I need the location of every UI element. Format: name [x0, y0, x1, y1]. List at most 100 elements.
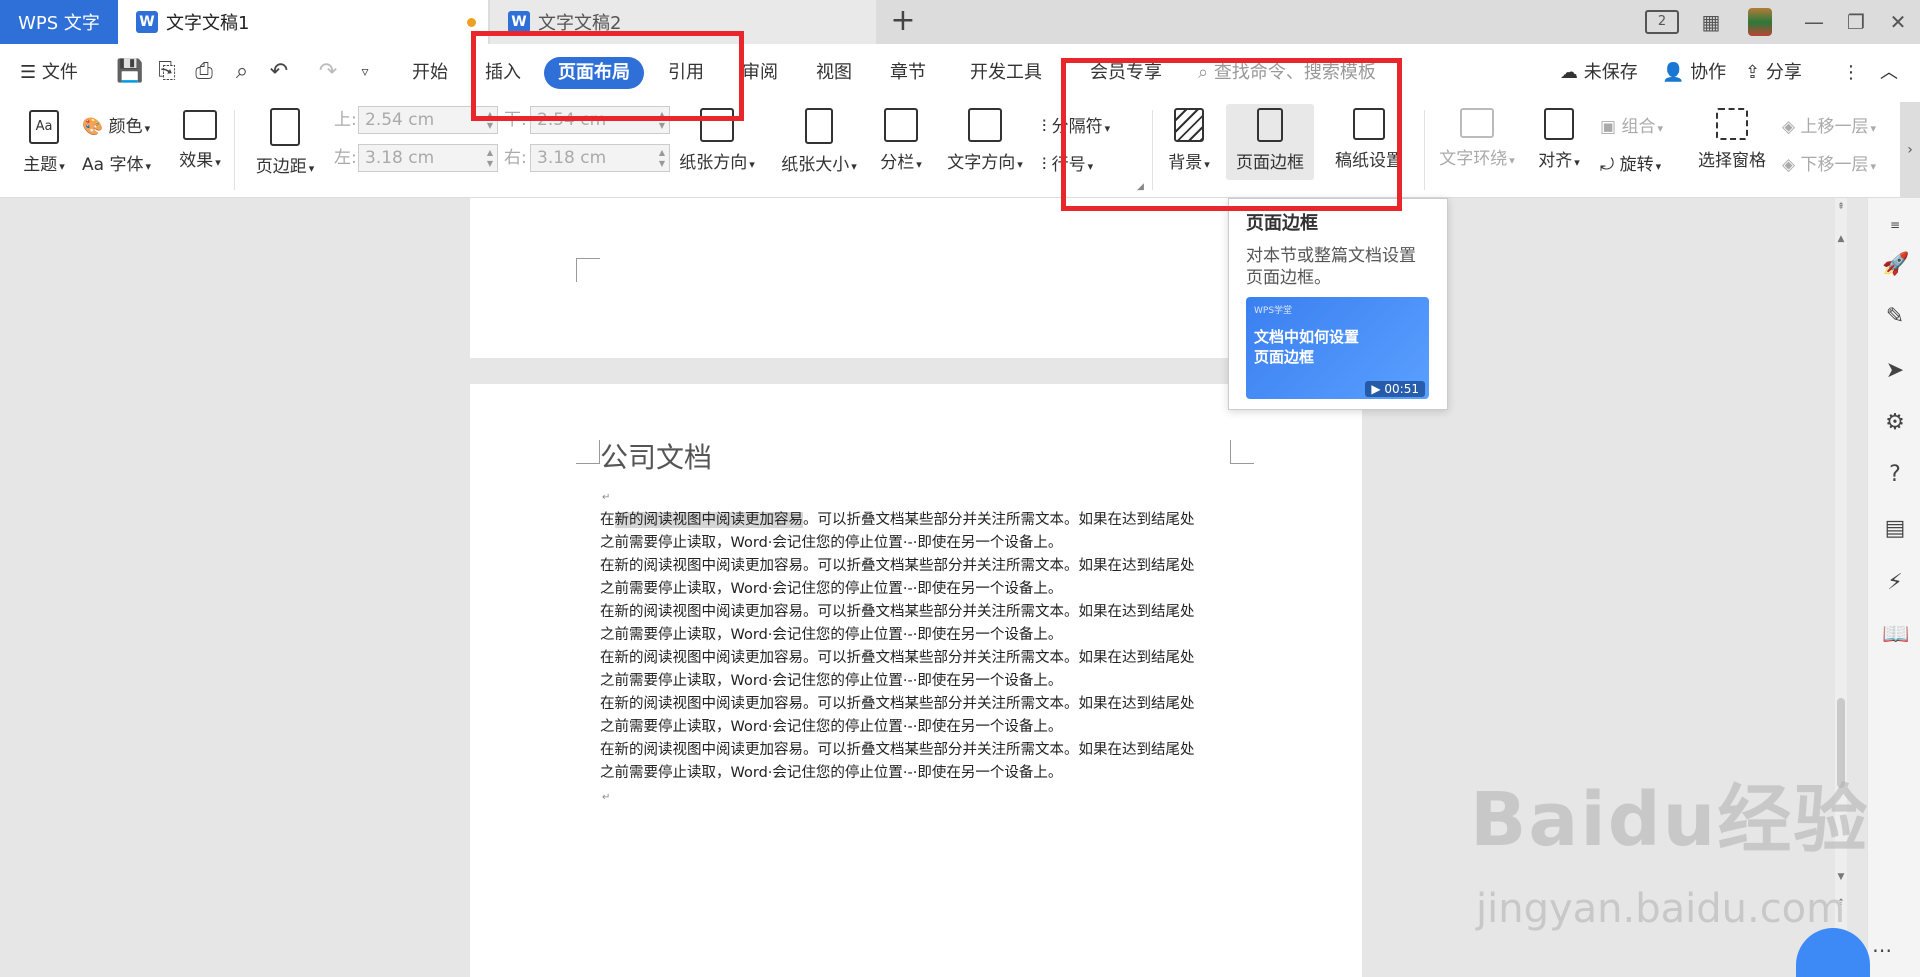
- paragraph-mark: ↵: [602, 492, 611, 503]
- more-icon[interactable]: ⋯: [1872, 938, 1892, 962]
- cursor-icon[interactable]: ➤: [1882, 358, 1908, 384]
- align-icon: [1544, 108, 1574, 140]
- top-margin-label: 上:: [334, 110, 357, 130]
- wrap-text-label: 文字环绕: [1434, 144, 1520, 169]
- more-options-icon[interactable]: ⋮: [1842, 57, 1860, 89]
- tab-developer[interactable]: 开发工具: [966, 57, 1046, 89]
- video-time: 00:51: [1384, 382, 1419, 396]
- theme-label: 主题: [18, 150, 70, 175]
- share-label: 分享: [1765, 62, 1802, 83]
- rocket-icon[interactable]: 🚀: [1882, 252, 1909, 278]
- share-button[interactable]: ⇪ 分享: [1745, 57, 1802, 89]
- orientation-label: 纸张方向: [674, 148, 760, 173]
- margins-button[interactable]: 页边距: [250, 108, 320, 177]
- right-margin-value: 3.18 cm: [537, 148, 607, 168]
- scroll-down-icon[interactable]: ▼: [1835, 872, 1847, 882]
- rotate-label: 旋转: [1620, 155, 1662, 175]
- undo-icon[interactable]: ↶: [266, 59, 292, 85]
- sidebar-menu-icon[interactable]: ≡: [1882, 212, 1908, 238]
- window-count-badge[interactable]: 2: [1645, 10, 1679, 34]
- bring-forward-icon: ◈: [1782, 117, 1796, 137]
- bring-forward-label: 上移一层: [1800, 117, 1876, 137]
- paper-size-button[interactable]: 纸张大小: [776, 108, 862, 175]
- effect-icon: [183, 110, 217, 140]
- redo-icon[interactable]: ↷: [315, 59, 341, 85]
- margins-label: 页边距: [250, 152, 320, 177]
- right-margin-label: 右:: [504, 148, 527, 168]
- group-button[interactable]: ▣ 组合: [1600, 112, 1663, 137]
- columns-icon: [884, 108, 918, 142]
- text-line: 在新的阅读视图中阅读更加容易。可以折叠文档某些部分并关注所需文本。如果在达到结尾…: [600, 509, 1240, 532]
- sliders-icon[interactable]: ⚙: [1882, 410, 1908, 436]
- text-line: 在新的阅读视图中阅读更加容易。可以折叠文档某些部分并关注所需文本。如果在达到结尾…: [600, 696, 1195, 712]
- divider: [1424, 110, 1425, 190]
- align-button[interactable]: 对齐: [1534, 108, 1584, 171]
- tab-document-1[interactable]: W 文字文稿1: [118, 0, 488, 44]
- customize-quick-access-icon[interactable]: ▿: [352, 59, 378, 85]
- share-icon: ⇪: [1745, 62, 1761, 83]
- menu-bar: ☰ 文件 💾 ⎘ ⎙ ⌕ ↶ ↷ ▿ 开始 插入 页面布局 引用 审阅 视图 章…: [0, 44, 1920, 102]
- collapse-ribbon-icon[interactable]: ︿: [1880, 57, 1898, 89]
- spinner-icon[interactable]: ▲ ▼: [487, 147, 493, 169]
- video-title: 文档中如何设置页面边框: [1254, 328, 1360, 366]
- scroll-up-icon[interactable]: ▲: [1835, 234, 1847, 244]
- new-tab-button[interactable]: +: [888, 6, 918, 38]
- minimize-icon[interactable]: —: [1800, 8, 1828, 36]
- right-sidebar: ≡ 🚀 ✎ ➤ ⚙ ? ▤ ⚡ 📖: [1867, 198, 1920, 977]
- save-icon[interactable]: 💾: [116, 59, 143, 85]
- bring-forward-button[interactable]: ◈ 上移一层: [1782, 112, 1876, 137]
- columns-button[interactable]: 分栏: [876, 108, 926, 173]
- close-icon[interactable]: ✕: [1884, 8, 1912, 36]
- text-line: 之前需要停止读取，Word·会记住您的停止位置·-·即使在另一个设备上。: [600, 719, 1063, 735]
- print-icon[interactable]: ⎙: [191, 59, 217, 85]
- file-menu[interactable]: ☰ 文件: [20, 57, 94, 89]
- tab-sections[interactable]: 章节: [886, 57, 930, 89]
- app-tab-wps[interactable]: WPS 文字: [0, 0, 118, 44]
- export-pdf-icon[interactable]: ⎘: [154, 59, 180, 85]
- tab-label: 文字文稿1: [166, 13, 250, 34]
- image-edit-icon[interactable]: ▤: [1882, 516, 1908, 542]
- unsaved-label: 未保存: [1583, 62, 1638, 83]
- annotation-highlight-box: [1061, 58, 1402, 211]
- font-theme-button[interactable]: Aa 字体: [82, 150, 151, 175]
- tab-home[interactable]: 开始: [408, 57, 452, 89]
- collab-button[interactable]: 👤 协作: [1662, 57, 1726, 89]
- left-margin-input[interactable]: 3.18 cm ▲ ▼: [358, 144, 498, 172]
- margins-icon: [270, 108, 300, 146]
- reader-icon[interactable]: 📖: [1882, 622, 1909, 648]
- restore-icon[interactable]: ❐: [1842, 8, 1870, 36]
- rotate-button[interactable]: ⤾ 旋转: [1600, 150, 1661, 175]
- cloud-icon: ☁: [1560, 62, 1578, 83]
- grid-view-icon[interactable]: ▦: [1697, 8, 1725, 36]
- text-direction-button[interactable]: 文字方向: [942, 108, 1028, 173]
- print-preview-icon[interactable]: ⌕: [229, 59, 255, 85]
- palette-icon: 🎨: [82, 117, 104, 137]
- help-icon[interactable]: ?: [1882, 462, 1908, 488]
- file-menu-label: 文件: [41, 62, 78, 83]
- document-heading[interactable]: 公司文档: [600, 436, 712, 476]
- theme-button[interactable]: Aa 主题: [18, 110, 70, 175]
- send-backward-button[interactable]: ◈ 下移一层: [1782, 150, 1876, 175]
- theme-icon: Aa: [29, 110, 59, 144]
- scroll-top-icon[interactable]: ⇞: [1835, 202, 1847, 212]
- pen-icon[interactable]: ✎: [1882, 304, 1908, 330]
- text-line: 之前需要停止读取，Word·会记住您的停止位置·-·即使在另一个设备上。: [600, 581, 1063, 597]
- text-line: 在新的阅读视图中阅读更加容易。可以折叠文档某些部分并关注所需文本。如果在达到结尾…: [600, 604, 1195, 620]
- effect-button[interactable]: 效果: [176, 110, 224, 171]
- page-current[interactable]: 公司文档 ↵ 在新的阅读视图中阅读更加容易。可以折叠文档某些部分并关注所需文本。…: [470, 384, 1362, 977]
- wrap-text-button[interactable]: 文字环绕: [1434, 108, 1520, 169]
- align-label: 对齐: [1534, 146, 1584, 171]
- right-margin-input[interactable]: 3.18 cm ▲ ▼: [530, 144, 670, 172]
- tutorial-video-thumbnail[interactable]: WPS学堂 文档中如何设置页面边框 ▶ 00:51: [1246, 297, 1429, 399]
- ribbon-scroll-right-icon[interactable]: ›: [1900, 102, 1920, 198]
- lightning-icon[interactable]: ⚡: [1882, 570, 1908, 596]
- selection-pane-button[interactable]: 选择窗格: [1692, 108, 1772, 171]
- user-avatar[interactable]: [1748, 8, 1772, 36]
- tab-review[interactable]: 审阅: [738, 57, 782, 89]
- document-body[interactable]: 在新的阅读视图中阅读更加容易。可以折叠文档某些部分并关注所需文本。如果在达到结尾…: [600, 509, 1240, 785]
- text-line: 在新的阅读视图中阅读更加容易。可以折叠文档某些部分并关注所需文本。如果在达到结尾…: [600, 650, 1195, 666]
- unsaved-cloud-button[interactable]: ☁ 未保存: [1560, 57, 1638, 89]
- tab-view[interactable]: 视图: [812, 57, 856, 89]
- color-button[interactable]: 🎨 颜色: [82, 112, 150, 137]
- spinner-icon[interactable]: ▲ ▼: [659, 147, 665, 169]
